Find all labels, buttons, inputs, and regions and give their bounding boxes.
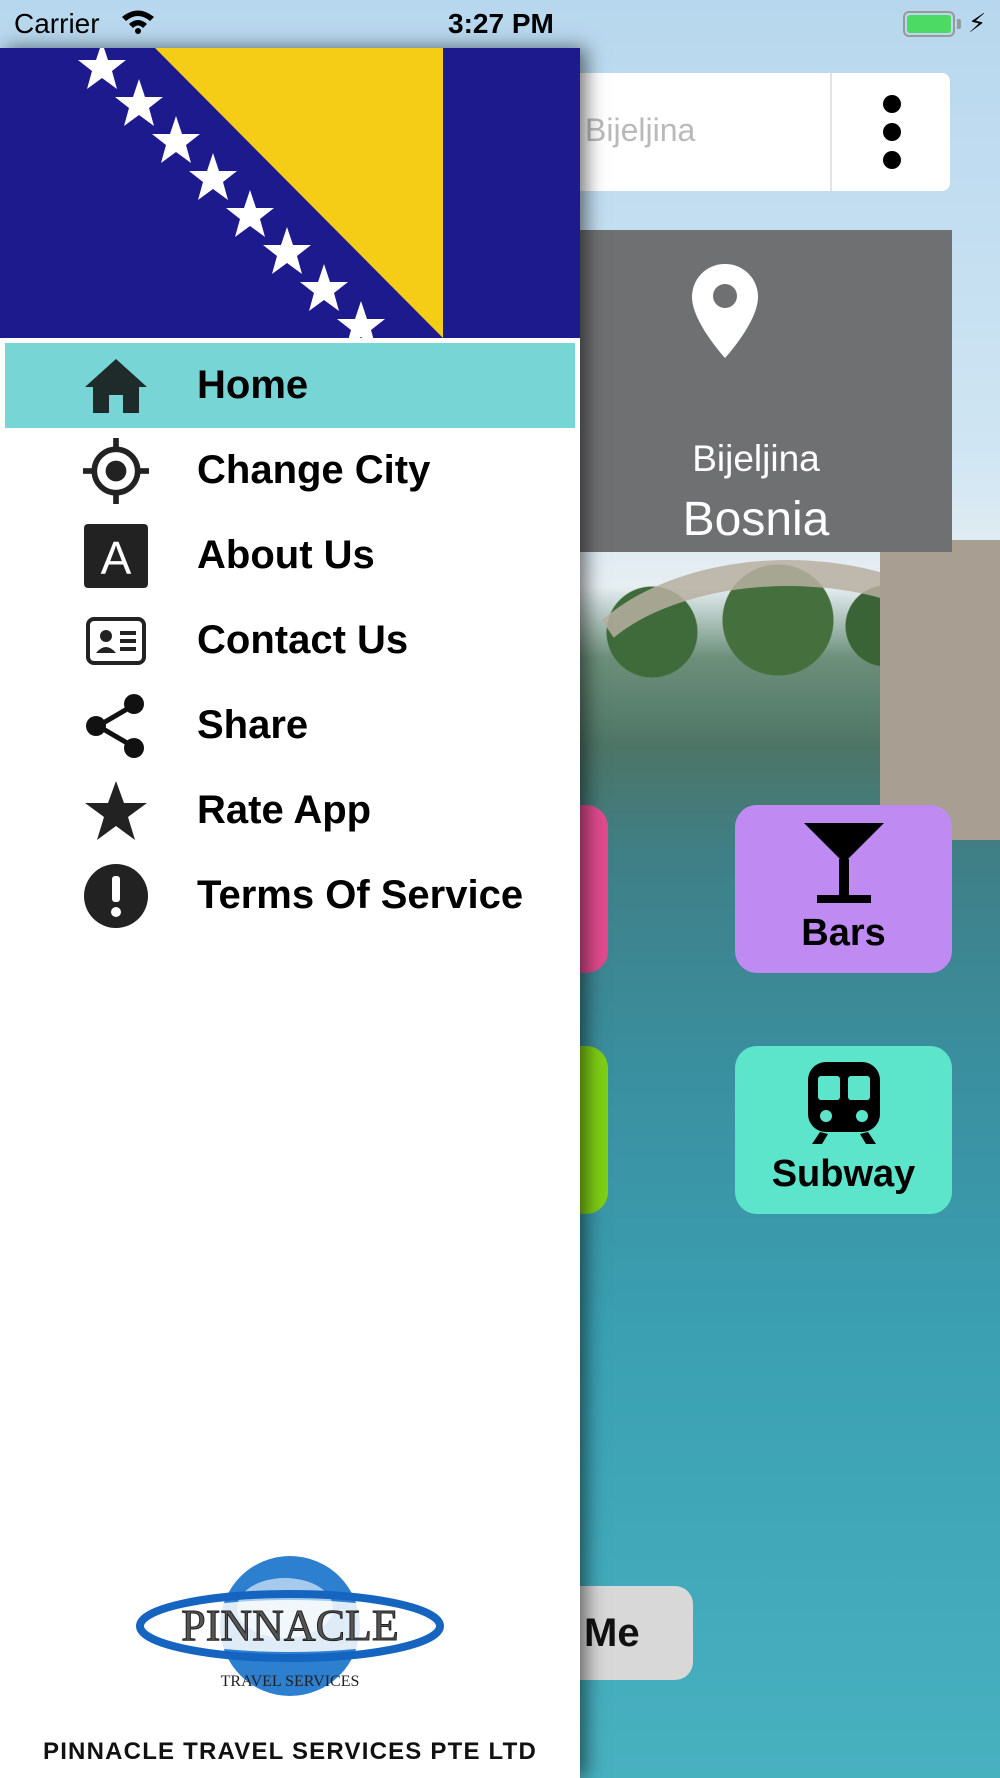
battery-tip [957, 19, 961, 29]
bars-tile[interactable]: Bars [735, 805, 952, 973]
charging-icon: ⚡ [968, 8, 987, 38]
menu-item-contact-us[interactable]: Contact Us [0, 598, 580, 683]
svg-text:A: A [101, 532, 132, 584]
contact-card-icon [83, 608, 149, 674]
bosnia-flag-image [0, 48, 580, 338]
menu-label-change-city: Change City [197, 448, 431, 492]
share-icon [83, 693, 149, 759]
menu-item-about-us[interactable]: A About Us [0, 513, 580, 598]
wifi-icon [122, 10, 154, 34]
company-name: PINNACLE TRAVEL SERVICES PTE LTD [42, 1738, 537, 1765]
menu-label-rate-app: Rate App [197, 788, 372, 832]
tower [880, 540, 1000, 840]
drawer-menu: Home Change City A About Us Contact Us S… [0, 343, 580, 938]
status-bar: Carrier 3:27 PM ⚡ [0, 0, 1000, 48]
menu-label-share: Share [197, 703, 309, 747]
menu-item-share[interactable]: Share [0, 683, 580, 768]
menu-label-terms-of-service: Terms Of Service [197, 873, 524, 917]
svg-text:PINNACLE: PINNACLE [181, 1601, 399, 1650]
dot [883, 123, 901, 141]
location-pin-icon [692, 264, 758, 358]
menu-item-home[interactable]: Home [5, 343, 575, 428]
crosshair-icon [83, 437, 149, 504]
star-icon [83, 778, 149, 844]
svg-text:TRAVEL SERVICES: TRAVEL SERVICES [221, 1673, 360, 1690]
dot [883, 151, 901, 169]
carrier-label: Carrier [14, 8, 100, 39]
dot [883, 95, 901, 113]
menu-label-home: Home [197, 363, 309, 407]
menu-item-terms-of-service[interactable]: Terms Of Service [0, 853, 580, 938]
location-city: Bijeljina [692, 438, 820, 479]
bottom-button-label: Me [584, 1610, 640, 1655]
subway-tile[interactable]: Subway [735, 1046, 952, 1214]
subway-icon [807, 1062, 880, 1144]
subway-label: Subway [771, 1153, 916, 1195]
menu-label-about-us: About Us [197, 533, 375, 577]
cocktail-icon [803, 823, 884, 903]
menu-item-change-city[interactable]: Change City [0, 428, 580, 513]
home-icon [83, 353, 149, 419]
search-input[interactable]: Bijeljina [585, 112, 695, 149]
menu-label-contact-us: Contact Us [197, 618, 409, 662]
letter-a-icon: A [83, 523, 149, 589]
menu-item-rate-app[interactable]: Rate App [0, 768, 580, 853]
navigation-drawer: Home Change City A About Us Contact Us S… [0, 48, 580, 1778]
clock: 3:27 PM [448, 8, 554, 39]
alert-icon [83, 863, 149, 929]
more-options-button[interactable] [830, 73, 952, 191]
location-country: Bosnia [682, 493, 830, 546]
battery-icon [903, 11, 955, 37]
bars-label: Bars [801, 912, 886, 954]
pinnacle-logo: PINNACLE TRAVEL SERVICES [136, 1556, 444, 1696]
